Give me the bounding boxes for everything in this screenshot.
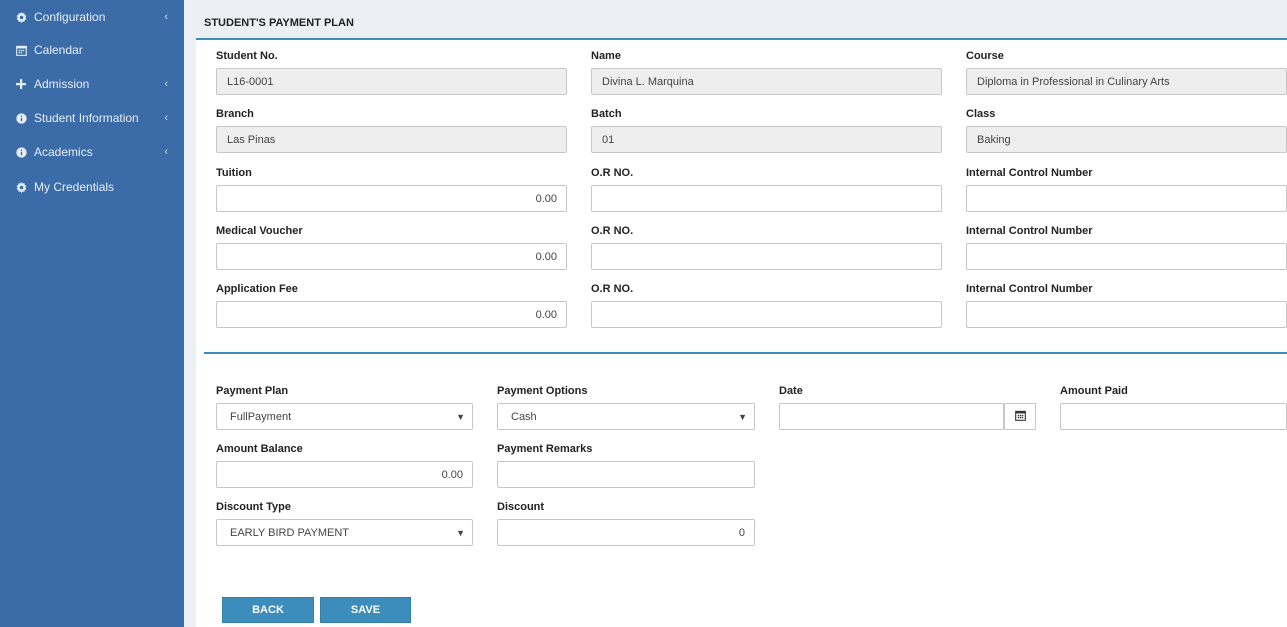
main-content: STUDENT'S PAYMENT PLAN Student No. L16-0… (196, 0, 1287, 627)
medical-or-input[interactable] (591, 243, 942, 270)
sidebar-item-label: Student Information (34, 111, 139, 125)
student-no-field[interactable]: L16-0001 (216, 68, 567, 95)
tuition-icn-input[interactable] (966, 185, 1287, 212)
application-or-input[interactable] (591, 301, 942, 328)
dropdown-caret-icon: ▼ (456, 411, 465, 422)
amount-balance-label: Amount Balance (216, 443, 303, 455)
sidebar-item-admission[interactable]: Admission ‹ (0, 67, 184, 101)
branch-field[interactable]: Las Pinas (216, 126, 567, 153)
discount-input[interactable]: 0 (497, 519, 755, 546)
dropdown-caret-icon: ▼ (456, 527, 465, 538)
medical-icn-label: Internal Control Number (966, 225, 1093, 237)
payment-remarks-label: Payment Remarks (497, 443, 593, 455)
section-divider (204, 352, 1287, 354)
payment-plan-label: Payment Plan (216, 385, 289, 397)
medical-or-label: O.R NO. (591, 225, 634, 237)
payment-plan-value: FullPayment (230, 410, 292, 423)
medical-voucher-label: Medical Voucher (216, 225, 303, 237)
payment-plan-select[interactable]: FullPayment ▼ (216, 403, 473, 430)
chevron-left-icon: ‹ (164, 112, 168, 124)
sidebar-item-academics[interactable]: Academics ‹ (0, 135, 184, 169)
payment-remarks-input[interactable] (497, 461, 755, 488)
class-label: Class (966, 108, 996, 120)
info-icon (13, 112, 29, 124)
class-field[interactable]: Baking (966, 126, 1287, 153)
calendar-icon (1014, 410, 1026, 424)
name-label: Name (591, 50, 621, 62)
tuition-or-label: O.R NO. (591, 167, 634, 179)
student-no-label: Student No. (216, 50, 278, 62)
date-label: Date (779, 385, 803, 397)
sidebar-item-configuration[interactable]: Configuration ‹ (0, 0, 184, 34)
medical-icn-input[interactable] (966, 243, 1287, 270)
tuition-label: Tuition (216, 167, 252, 179)
sidebar-item-calendar[interactable]: Calendar (0, 33, 184, 67)
sidebar: Configuration ‹ Calendar Admission ‹ Stu… (0, 0, 184, 627)
page-header: STUDENT'S PAYMENT PLAN (196, 0, 1287, 40)
page-title: STUDENT'S PAYMENT PLAN (204, 17, 354, 29)
back-button[interactable]: BACK (222, 597, 314, 623)
sidebar-item-student-information[interactable]: Student Information ‹ (0, 101, 184, 135)
dropdown-caret-icon: ▼ (738, 411, 747, 422)
medical-voucher-input[interactable]: 0.00 (216, 243, 567, 270)
gear-icon (13, 181, 29, 193)
sidebar-item-label: Admission (34, 77, 90, 91)
discount-type-select[interactable]: EARLY BIRD PAYMENT ▼ (216, 519, 473, 546)
tuition-or-input[interactable] (591, 185, 942, 212)
application-icn-label: Internal Control Number (966, 283, 1093, 295)
payment-options-select[interactable]: Cash ▼ (497, 403, 755, 430)
sidebar-item-my-credentials[interactable]: My Credentials (0, 170, 184, 204)
calendar-icon (13, 45, 29, 56)
info-icon (13, 146, 29, 158)
gear-icon (13, 11, 29, 23)
application-fee-input[interactable]: 0.00 (216, 301, 567, 328)
application-icn-input[interactable] (966, 301, 1287, 328)
plus-icon (13, 79, 29, 89)
amount-paid-label: Amount Paid (1060, 385, 1128, 397)
amount-balance-input[interactable]: 0.00 (216, 461, 473, 488)
chevron-left-icon: ‹ (164, 11, 168, 23)
payment-options-value: Cash (511, 410, 537, 423)
sidebar-item-label: Configuration (34, 10, 106, 24)
course-label: Course (966, 50, 1004, 62)
sidebar-item-label: Calendar (34, 43, 83, 57)
application-fee-label: Application Fee (216, 283, 298, 295)
sidebar-item-label: My Credentials (34, 180, 115, 194)
amount-paid-input[interactable] (1060, 403, 1287, 430)
save-button[interactable]: SAVE (320, 597, 411, 623)
payment-options-label: Payment Options (497, 385, 588, 397)
batch-label: Batch (591, 108, 622, 120)
course-field[interactable]: Diploma in Professional in Culinary Arts (966, 68, 1287, 95)
chevron-left-icon: ‹ (164, 78, 168, 90)
discount-type-value: EARLY BIRD PAYMENT (230, 526, 349, 539)
discount-type-label: Discount Type (216, 501, 291, 513)
date-picker-button[interactable] (1004, 403, 1036, 430)
name-field[interactable]: Divina L. Marquina (591, 68, 942, 95)
sidebar-item-label: Academics (34, 145, 93, 159)
content-gutter (184, 0, 196, 627)
tuition-icn-label: Internal Control Number (966, 167, 1093, 179)
branch-label: Branch (216, 108, 254, 120)
chevron-left-icon: ‹ (164, 146, 168, 158)
discount-label: Discount (497, 501, 545, 513)
date-input[interactable] (779, 403, 1004, 430)
application-or-label: O.R NO. (591, 283, 634, 295)
batch-field[interactable]: 01 (591, 126, 942, 153)
tuition-input[interactable]: 0.00 (216, 185, 567, 212)
